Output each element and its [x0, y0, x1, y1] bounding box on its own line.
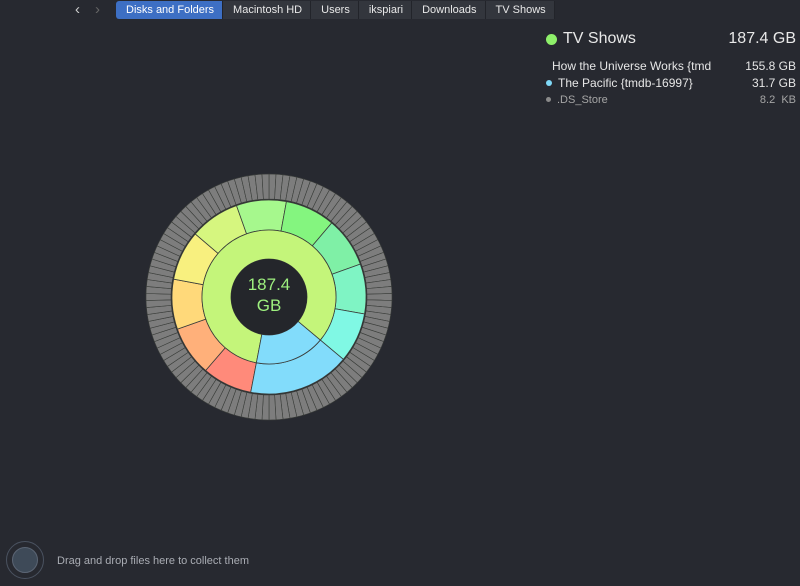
breadcrumb: Disks and Folders Macintosh HD Users iks… [116, 1, 555, 19]
color-dot-icon [546, 79, 552, 86]
list-item[interactable]: How the Universe Works {tmdb 155.8 GB [546, 57, 796, 74]
color-dot-icon [546, 97, 551, 102]
total-value: 187.4 [247, 275, 291, 294]
back-button[interactable]: ‹ [75, 1, 80, 18]
close-button[interactable] [8, 4, 19, 15]
breadcrumb-ikspiari[interactable]: ikspiari [358, 1, 413, 19]
breadcrumb-downloads[interactable]: Downloads [412, 1, 486, 19]
item-size: 31.7 GB [751, 75, 796, 90]
zoom-button[interactable] [39, 4, 50, 15]
item-size: 155.8 GB [745, 58, 796, 73]
breadcrumb-users[interactable]: Users [311, 1, 359, 19]
item-size: 8.2 KB [759, 93, 796, 106]
folder-color-dot-icon [546, 33, 557, 45]
breadcrumb-macintosh-hd[interactable]: Macintosh HD [223, 1, 312, 19]
forward-button[interactable]: › [95, 1, 100, 18]
dropzone-hint: Drag and drop files here to collect them [57, 555, 249, 567]
list-item[interactable]: The Pacific {tmdb-16997} 31.7 GB [546, 74, 796, 91]
outer-segment[interactable] [366, 293, 393, 301]
item-name: The Pacific {tmdb-16997} [558, 75, 693, 90]
breadcrumb-tv-shows[interactable]: TV Shows [485, 1, 555, 19]
summary-header[interactable]: TV Shows 187.4 GB [546, 30, 796, 48]
outer-segment[interactable] [268, 394, 277, 421]
collector-icon[interactable] [6, 541, 44, 579]
list-item[interactable]: .DS_Store 8.2 KB [546, 91, 796, 108]
breadcrumb-disks-and-folders[interactable]: Disks and Folders [116, 1, 224, 19]
outer-segment[interactable] [261, 173, 270, 200]
minimize-button[interactable] [24, 4, 35, 15]
outer-segment[interactable] [145, 293, 172, 301]
item-name: .DS_Store [557, 93, 608, 106]
item-name: How the Universe Works {tmdb [552, 58, 711, 73]
center-total[interactable]: 187.4 GB [231, 274, 307, 316]
folder-size: 187.4 GB [728, 30, 796, 47]
summary-panel: TV Shows 187.4 GB How the Universe Works… [546, 30, 796, 108]
folder-name: TV Shows [563, 30, 636, 47]
title-bar: ‹ › Disks and Folders Macintosh HD Users… [0, 0, 800, 20]
total-unit: GB [256, 296, 282, 315]
